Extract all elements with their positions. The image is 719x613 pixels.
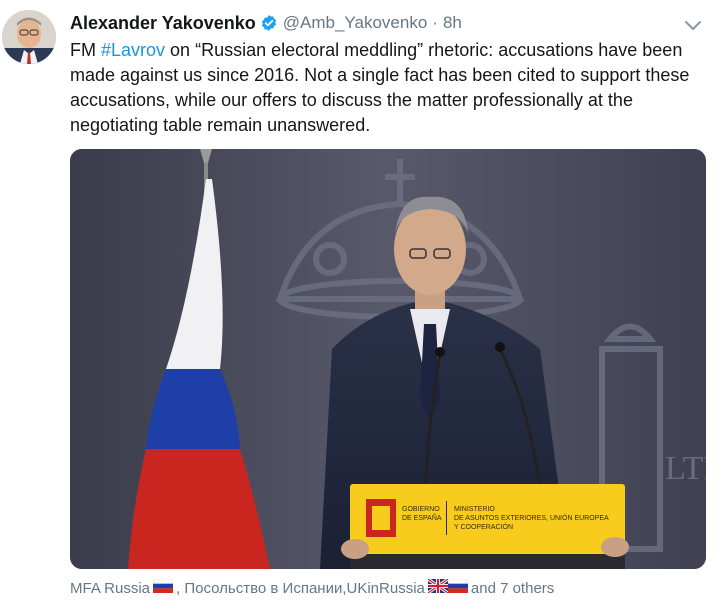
chevron-down-icon[interactable] bbox=[683, 15, 703, 35]
verified-badge-icon bbox=[260, 14, 278, 32]
timestamp[interactable]: 8h bbox=[443, 13, 462, 33]
reply-others[interactable]: and 7 others bbox=[471, 580, 554, 597]
display-name[interactable]: Alexander Yakovenko bbox=[70, 13, 256, 34]
tweet-photo[interactable]: LTRA GOBIERNODE ESPAÑA MINISTE bbox=[70, 149, 706, 569]
tweet-header: Alexander Yakovenko @Amb_Yakovenko · 8h bbox=[70, 10, 462, 36]
tweet-text: FM #Lavrov on “Russian electoral meddlin… bbox=[70, 38, 710, 138]
russia-flag-icon bbox=[447, 578, 469, 597]
russia-flag-icon bbox=[152, 578, 174, 597]
avatar[interactable] bbox=[2, 10, 56, 64]
handle[interactable]: @Amb_Yakovenko bbox=[283, 13, 428, 33]
reply-separator[interactable]: , Посольство в Испании, bbox=[176, 580, 346, 597]
tweet[interactable]: Alexander Yakovenko @Amb_Yakovenko · 8h … bbox=[0, 0, 719, 613]
reply-name-mfa-russia[interactable]: MFA Russia bbox=[70, 580, 150, 597]
reply-context: MFA Russia , Посольство в Испании, UKinR… bbox=[70, 577, 554, 598]
uk-flag-icon bbox=[427, 577, 449, 597]
separator-dot: · bbox=[432, 13, 438, 32]
tweet-text-start: FM bbox=[70, 40, 101, 60]
wall-lettering: LTRA bbox=[665, 450, 706, 487]
reply-name-ukinrussia[interactable]: UKinRussia bbox=[347, 580, 425, 597]
hashtag-link[interactable]: #Lavrov bbox=[101, 40, 165, 60]
